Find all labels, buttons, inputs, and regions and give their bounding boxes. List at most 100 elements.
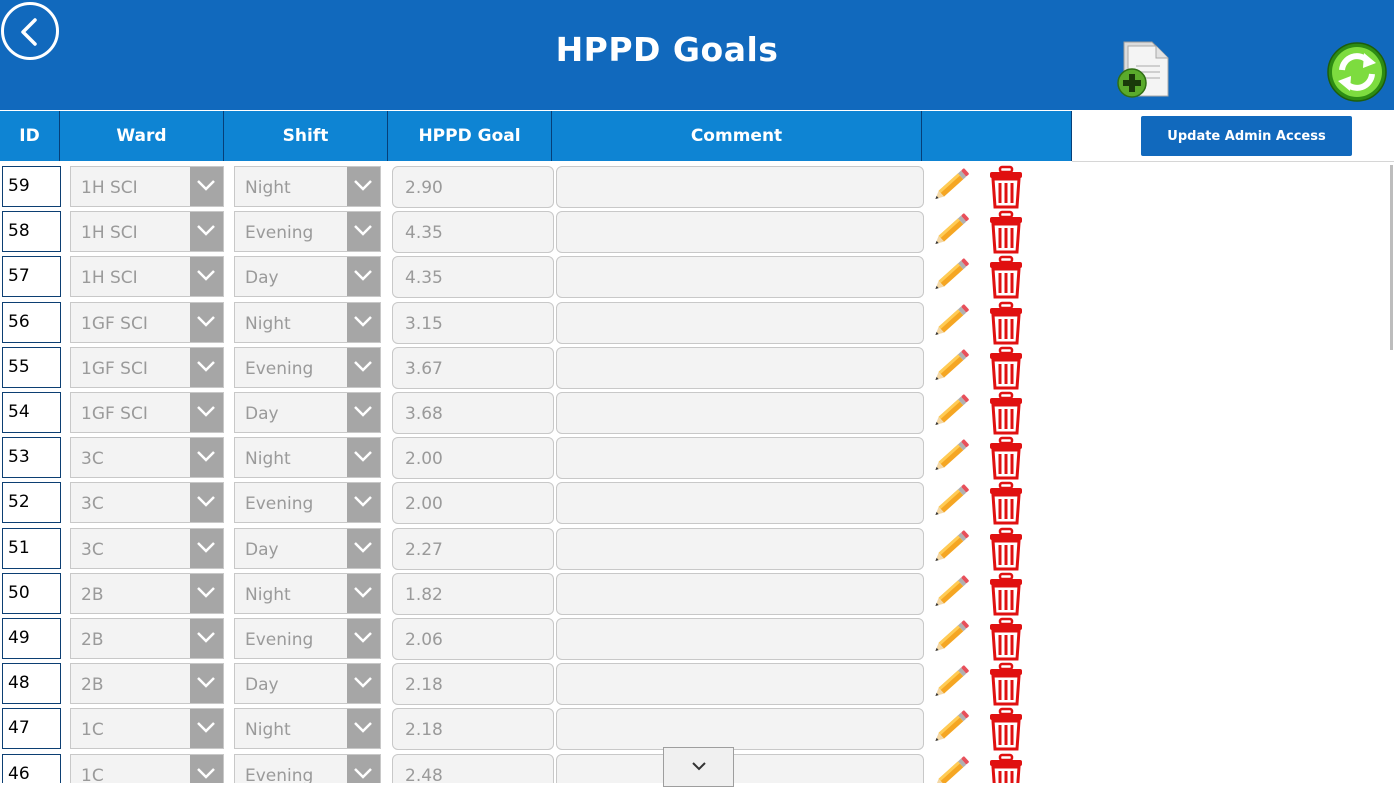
pencil-edit-icon[interactable] [929, 209, 973, 251]
scroll-down-button[interactable] [663, 747, 734, 787]
shift-dropdown[interactable]: Evening [234, 618, 381, 659]
hppd-goal-field[interactable]: 1.82 [392, 572, 554, 615]
hppd-goal-field[interactable]: 4.35 [392, 256, 554, 299]
pencil-edit-icon[interactable] [929, 661, 973, 703]
row-id-field[interactable]: 49 [2, 618, 61, 659]
comment-field[interactable] [556, 663, 924, 706]
shift-dropdown[interactable]: Day [234, 663, 381, 705]
hppd-goal-field[interactable]: 2.00 [392, 482, 554, 525]
row-id-field[interactable]: 53 [2, 437, 61, 479]
comment-field[interactable] [556, 211, 924, 254]
shift-dropdown[interactable]: Night [234, 708, 381, 750]
trash-delete-icon[interactable] [986, 662, 1026, 706]
refresh-icon[interactable] [1326, 41, 1388, 103]
update-admin-access-button[interactable]: Update Admin Access [1141, 116, 1352, 156]
shift-dropdown[interactable]: Day [234, 392, 381, 433]
pencil-edit-icon[interactable] [929, 526, 973, 568]
trash-delete-icon[interactable] [986, 753, 1026, 783]
trash-delete-icon[interactable] [986, 707, 1026, 751]
row-id-field[interactable]: 54 [2, 392, 61, 433]
pencil-edit-icon[interactable] [929, 345, 973, 387]
pencil-edit-icon[interactable] [929, 435, 973, 477]
pencil-edit-icon[interactable] [929, 254, 973, 296]
ward-dropdown[interactable]: 3C [70, 482, 224, 524]
trash-delete-icon[interactable] [986, 165, 1026, 209]
shift-dropdown[interactable]: Evening [234, 346, 381, 388]
comment-field[interactable] [556, 301, 924, 344]
pencil-edit-icon[interactable] [929, 752, 973, 783]
shift-dropdown[interactable]: Evening [234, 753, 381, 783]
trash-delete-icon[interactable] [986, 527, 1026, 571]
trash-delete-icon[interactable] [986, 255, 1026, 299]
ward-dropdown[interactable]: 1GF SCI [70, 392, 224, 433]
ward-dropdown[interactable]: 1GF SCI [70, 346, 224, 388]
pencil-edit-icon[interactable] [929, 390, 973, 432]
trash-delete-icon[interactable] [986, 436, 1026, 480]
comment-field[interactable] [556, 256, 924, 299]
hppd-goal-field[interactable]: 3.67 [392, 346, 554, 389]
hppd-goal-field[interactable]: 3.68 [392, 392, 554, 434]
hppd-goal-field[interactable]: 2.90 [392, 166, 554, 208]
comment-field[interactable] [556, 482, 924, 525]
comment-field[interactable] [556, 437, 924, 480]
trash-delete-icon[interactable] [986, 346, 1026, 390]
ward-dropdown[interactable]: 1GF SCI [70, 301, 224, 343]
ward-dropdown[interactable]: 1C [70, 753, 224, 783]
pencil-edit-icon[interactable] [929, 571, 973, 613]
shift-dropdown[interactable]: Night [234, 437, 381, 479]
add-document-icon[interactable] [1112, 38, 1170, 100]
row-id-field[interactable]: 56 [2, 301, 61, 343]
trash-delete-icon[interactable] [986, 391, 1026, 435]
comment-field[interactable] [556, 392, 924, 434]
scrollbar[interactable] [1390, 165, 1393, 350]
row-id-field[interactable]: 57 [2, 256, 61, 298]
ward-dropdown[interactable]: 1H SCI [70, 166, 224, 207]
ward-dropdown[interactable]: 2B [70, 572, 224, 614]
ward-dropdown[interactable]: 2B [70, 663, 224, 705]
row-id-field[interactable]: 52 [2, 482, 61, 524]
ward-dropdown[interactable]: 1H SCI [70, 211, 224, 253]
comment-field[interactable] [556, 708, 924, 751]
row-id-field[interactable]: 59 [2, 166, 61, 207]
row-id-field[interactable]: 51 [2, 527, 61, 569]
trash-delete-icon[interactable] [986, 617, 1026, 661]
hppd-goal-field[interactable]: 2.06 [392, 618, 554, 660]
pencil-edit-icon[interactable] [929, 300, 973, 342]
row-id-field[interactable]: 47 [2, 708, 61, 750]
ward-dropdown[interactable]: 1H SCI [70, 256, 224, 298]
row-id-field[interactable]: 50 [2, 572, 61, 614]
shift-dropdown[interactable]: Night [234, 301, 381, 343]
ward-dropdown[interactable]: 3C [70, 527, 224, 569]
shift-dropdown[interactable]: Day [234, 256, 381, 298]
comment-field[interactable] [556, 346, 924, 389]
comment-field[interactable] [556, 527, 924, 570]
hppd-goal-field[interactable]: 2.00 [392, 437, 554, 480]
hppd-goal-field[interactable]: 2.18 [392, 663, 554, 706]
hppd-goal-field[interactable]: 3.15 [392, 301, 554, 344]
pencil-edit-icon[interactable] [929, 706, 973, 748]
pencil-edit-icon[interactable] [929, 616, 973, 658]
hppd-goal-field[interactable]: 2.48 [392, 753, 554, 783]
trash-delete-icon[interactable] [986, 572, 1026, 616]
row-id-field[interactable]: 48 [2, 663, 61, 705]
hppd-goal-field[interactable]: 2.27 [392, 527, 554, 570]
ward-dropdown[interactable]: 1C [70, 708, 224, 750]
pencil-edit-icon[interactable] [929, 164, 973, 206]
comment-field[interactable] [556, 166, 924, 208]
comment-field[interactable] [556, 753, 924, 783]
trash-delete-icon[interactable] [986, 481, 1026, 525]
shift-dropdown[interactable]: Evening [234, 211, 381, 253]
row-id-field[interactable]: 55 [2, 346, 61, 388]
comment-field[interactable] [556, 572, 924, 615]
shift-dropdown[interactable]: Night [234, 572, 381, 614]
shift-dropdown[interactable]: Day [234, 527, 381, 569]
trash-delete-icon[interactable] [986, 210, 1026, 254]
row-id-field[interactable]: 58 [2, 211, 61, 253]
row-id-field[interactable]: 46 [2, 753, 61, 783]
trash-delete-icon[interactable] [986, 301, 1026, 345]
ward-dropdown[interactable]: 3C [70, 437, 224, 479]
comment-field[interactable] [556, 618, 924, 660]
pencil-edit-icon[interactable] [929, 480, 973, 522]
hppd-goal-field[interactable]: 2.18 [392, 708, 554, 751]
shift-dropdown[interactable]: Night [234, 166, 381, 207]
